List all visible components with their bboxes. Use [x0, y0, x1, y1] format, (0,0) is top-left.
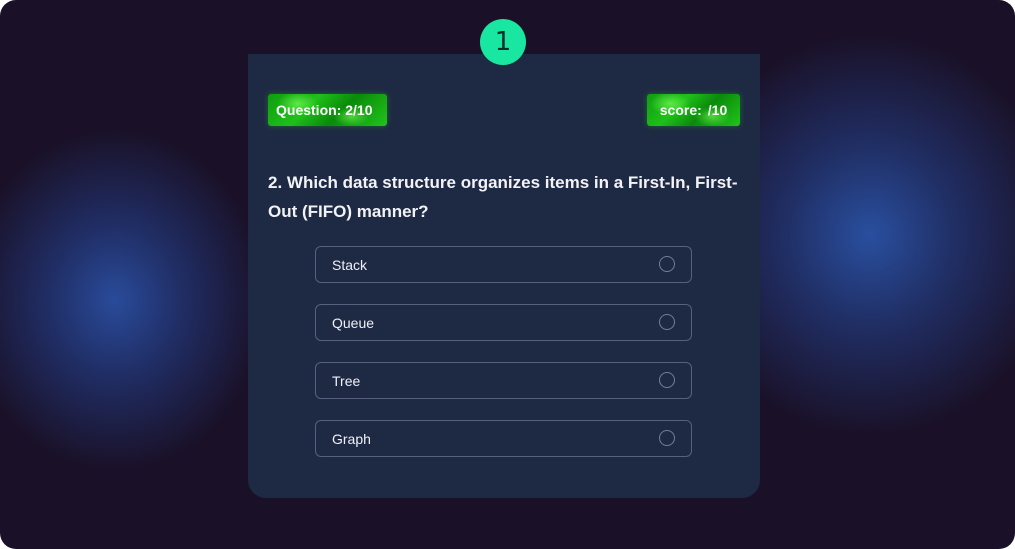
score-badge: score: /10: [647, 94, 740, 126]
option-queue[interactable]: Queue: [315, 304, 692, 341]
radio-circle-icon[interactable]: [659, 314, 675, 330]
option-graph[interactable]: Graph: [315, 420, 692, 457]
timer-badge: 1: [480, 19, 526, 65]
score-label: score:: [659, 102, 702, 118]
option-label: Graph: [332, 430, 371, 447]
options-list: Stack Queue Tree Graph: [315, 246, 692, 478]
radio-circle-icon[interactable]: [659, 256, 675, 272]
timer-value: 1: [494, 27, 512, 57]
quiz-card: Question: 2/10 score: /10 2. Which data s…: [248, 54, 760, 498]
option-label: Tree: [332, 372, 361, 389]
radio-circle-icon[interactable]: [659, 430, 675, 446]
question-counter-value: 2/10: [345, 102, 373, 118]
question-counter-badge: Question: 2/10: [268, 94, 387, 126]
option-stack[interactable]: Stack: [315, 246, 692, 283]
radio-circle-icon[interactable]: [659, 372, 675, 388]
question-text: 2. Which data structure organizes items …: [268, 173, 738, 221]
question-counter-label: Question:: [276, 102, 342, 118]
option-label: Queue: [332, 314, 375, 331]
score-value: /10: [707, 102, 728, 118]
option-tree[interactable]: Tree: [315, 362, 692, 399]
quiz-app: 1 Question: 2/10 score: /10 2. Which data…: [0, 0, 1015, 549]
option-label: Stack: [332, 256, 368, 273]
